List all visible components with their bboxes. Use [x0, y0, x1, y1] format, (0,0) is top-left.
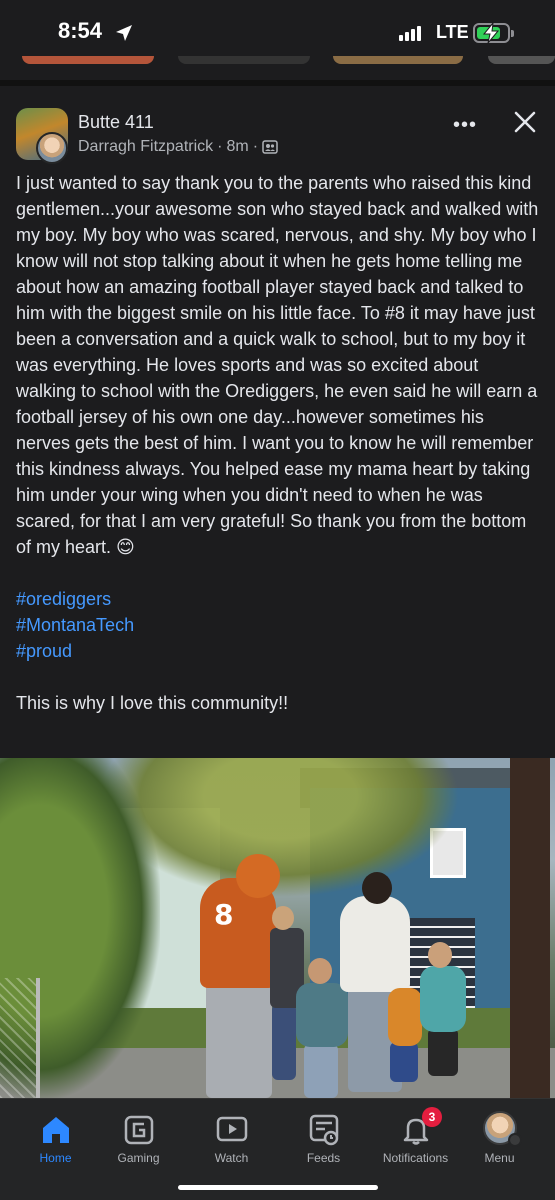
charging-bolt-icon [482, 22, 500, 44]
photo-player-white-hoodie [340, 896, 410, 992]
photo-fence [0, 978, 40, 1098]
hashtag-link[interactable]: #MontanaTech [16, 612, 541, 638]
home-indicator[interactable] [177, 1185, 378, 1190]
location-arrow-icon [116, 25, 132, 41]
photo-kid-teal-backpack [420, 966, 466, 1032]
photo-utility-pole [510, 758, 550, 1098]
more-options-icon[interactable]: ••• [453, 114, 477, 137]
stories-strip[interactable] [0, 56, 555, 68]
photo-jersey-number: 8 [214, 898, 234, 931]
signal-bars-icon [399, 26, 421, 41]
watch-icon [216, 1116, 247, 1142]
post-meta: Darragh Fitzpatrick · 8m · [78, 138, 278, 156]
post-closing: This is why I love this community!! [16, 693, 289, 713]
tab-menu[interactable]: Menu [444, 1099, 555, 1179]
photo-kid-orange [388, 988, 422, 1046]
bottom-tab-bar: Home Gaming Watch Feeds 3 Notifications [0, 1098, 555, 1200]
author-name[interactable]: Darragh Fitzpatrick [78, 138, 213, 156]
post-timestamp[interactable]: 8m [226, 138, 248, 156]
network-label: LTE [436, 22, 469, 42]
author-avatar[interactable] [36, 132, 68, 164]
post-header: Butte 411 Darragh Fitzpatrick · 8m · ••• [16, 108, 539, 164]
post-photo[interactable]: 8 [0, 758, 555, 1098]
post-paragraph: I just wanted to say thank you to the pa… [16, 173, 539, 557]
menu-lines-icon [508, 1133, 522, 1147]
meta-separator: · [252, 138, 259, 155]
feeds-icon [309, 1114, 338, 1146]
photo-kid-backpack [296, 983, 348, 1047]
hashtag-link[interactable]: #proud [16, 638, 541, 664]
tab-label: Menu [484, 1151, 515, 1165]
hashtag-link[interactable]: #orediggers [16, 586, 541, 612]
group-name[interactable]: Butte 411 [78, 112, 154, 133]
home-icon [42, 1117, 69, 1143]
notification-count-badge: 3 [422, 1107, 442, 1127]
meta-separator: · [217, 138, 223, 155]
group-audience-icon [262, 140, 278, 154]
close-icon[interactable] [511, 108, 539, 136]
gaming-icon [124, 1115, 153, 1145]
hashtag-list: #orediggers #MontanaTech #proud [16, 586, 541, 664]
status-time: 8:54 [58, 18, 103, 43]
post-text: I just wanted to say thank you to the pa… [16, 170, 541, 742]
